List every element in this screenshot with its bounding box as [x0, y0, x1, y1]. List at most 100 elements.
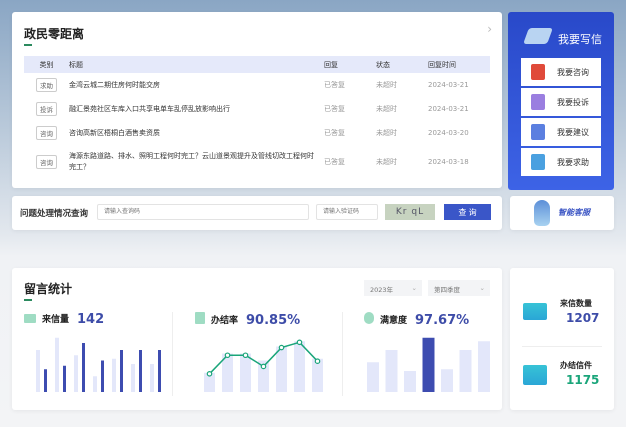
status-cell: 未超时 [376, 105, 397, 113]
completion-value: 90.85% [246, 313, 301, 328]
done-value: 1175 [566, 373, 600, 387]
col-reply: 回复 [324, 56, 376, 73]
write-button-2[interactable]: 我要投诉 [521, 88, 601, 116]
time-cell: 2024-03-21 [428, 105, 469, 113]
line-point [314, 358, 321, 365]
reply-cell: 已答复 [324, 81, 345, 89]
line-point [224, 352, 231, 359]
divider [342, 312, 343, 396]
bar-light [36, 350, 40, 392]
bar-background [240, 353, 251, 392]
line-point [242, 352, 249, 359]
title-link[interactable]: 融汇景苑社区车库入口共享电单车乱停乱放影响出行 [69, 97, 324, 121]
time-cell: 2024-03-18 [428, 158, 469, 166]
bar-dark [63, 365, 66, 392]
bar-light [93, 376, 97, 392]
quarter-select[interactable]: 第四季度 ⌄ [428, 280, 490, 296]
table-row[interactable]: 咨询 海源东路道路、排水、照明工程何时完工？云山道景观提升及管线切改工程何时完工… [24, 145, 490, 179]
quarter-value: 第四季度 [434, 286, 460, 294]
bar-background [276, 346, 287, 392]
col-status: 状态 [376, 56, 428, 73]
received-value: 1207 [566, 311, 600, 325]
chevron-right-icon[interactable]: › [487, 22, 492, 36]
write-button-3[interactable]: 我要建议 [521, 118, 601, 146]
write-button-label: 我要建议 [557, 127, 589, 137]
category-cell: 咨询 [24, 121, 69, 145]
completion-line-chart [204, 339, 323, 392]
letters-bar-chart [36, 337, 161, 392]
write-button-1[interactable]: 我要咨询 [521, 58, 601, 86]
col-category: 类别 [24, 56, 69, 73]
bar-dark [101, 360, 104, 392]
table-row[interactable]: 投诉 融汇景苑社区车库入口共享电单车乱停乱放影响出行 已答复 未超时 2024-… [24, 97, 490, 121]
robot-icon [534, 200, 550, 226]
table-row[interactable]: 求助 金湾云城二期住房何时能交房 已答复 未超时 2024-03-21 [24, 73, 490, 97]
year-value: 2023年 [370, 286, 394, 294]
bar-light [112, 358, 116, 392]
time-cell: 2024-03-21 [428, 81, 469, 89]
write-button-4[interactable]: 我要求助 [521, 148, 601, 176]
bar-background [294, 341, 305, 392]
category-cell: 求助 [24, 73, 69, 97]
letters-value: 142 [77, 312, 105, 327]
line-point [296, 339, 303, 346]
col-title: 标题 [69, 56, 324, 73]
chevron-down-icon: ⌄ [411, 284, 417, 292]
document-icon [195, 312, 205, 324]
write-letter-panel: 我要写信 我要咨询 我要投诉 我要建议 我要求助 [508, 12, 614, 190]
smart-service-button[interactable]: 智能客服 [510, 196, 614, 230]
stats-panel: 留言统计 2023年 ⌄ 第四季度 ⌄ 来信量 142 办结率 90.85% 满意度 97… [12, 268, 502, 410]
bar-light [55, 337, 59, 392]
category-cell: 咨询 [24, 145, 69, 179]
bar-highlight [422, 337, 435, 392]
bar-dark [120, 350, 123, 392]
satisfaction-label: 满意度 [380, 316, 408, 326]
time-cell: 2024-03-20 [428, 129, 469, 137]
bar-light [131, 364, 135, 392]
bar-light [150, 364, 154, 392]
line-point [260, 363, 267, 370]
line-point [278, 344, 285, 351]
title-underline [24, 299, 32, 301]
reply-cell: 已答复 [324, 105, 345, 113]
done-label: 办结信件 [560, 361, 592, 370]
satisfaction-metric: 满意度 97.67% [364, 312, 469, 328]
status-cell: 未超时 [376, 129, 397, 137]
col-time: 回复时间 [428, 56, 490, 73]
bar-dark [82, 343, 85, 392]
status-cell: 未超时 [376, 158, 397, 166]
query-button[interactable]: 查 询 [444, 204, 491, 220]
category-icon [531, 94, 545, 110]
paper-plane-icon [523, 28, 553, 44]
mail-icon [523, 303, 547, 320]
query-code-input[interactable] [97, 204, 309, 220]
folder-check-icon [523, 365, 547, 385]
line-point [206, 370, 213, 377]
stats-title: 留言统计 [24, 282, 73, 296]
bar-dark [158, 350, 161, 392]
completion-metric: 办结率 90.85% [195, 312, 300, 328]
bar [478, 341, 490, 392]
bar [459, 350, 472, 392]
category-tag: 咨询 [36, 155, 57, 169]
summary-panel: 来信数量 1207 办结信件 1175 [510, 268, 614, 410]
year-select[interactable]: 2023年 ⌄ [364, 280, 422, 296]
write-button-label: 我要投诉 [557, 97, 589, 107]
reply-cell: 已答复 [324, 158, 345, 166]
title-link[interactable]: 金湾云城二期住房何时能交房 [69, 73, 324, 97]
completion-label: 办结率 [211, 316, 239, 326]
verify-code-input[interactable] [316, 204, 378, 220]
received-label: 来信数量 [560, 299, 592, 308]
table-row[interactable]: 咨询 咨询高新区梧桐白酒售卖资质 已答复 未超时 2024-03-20 [24, 121, 490, 145]
write-button-label: 我要求助 [557, 157, 589, 167]
government-panel: 政民零距离 › 类别 标题 回复 状态 回复时间 求助 金湾云城二期住房何时能交… [12, 12, 502, 188]
captcha-image[interactable]: Kr qL [385, 204, 435, 220]
title-link[interactable]: 咨询高新区梧桐白酒售卖资质 [69, 121, 324, 145]
title-underline [24, 44, 32, 46]
bar [404, 371, 416, 392]
panel-title: 政民零距离 [24, 27, 85, 41]
letters-label: 来信量 [42, 315, 70, 325]
user-icon [364, 312, 374, 324]
bar-light [74, 355, 78, 392]
title-link[interactable]: 海源东路道路、排水、照明工程何时完工？云山道景观提升及管线切改工程何时完工？ [69, 145, 324, 179]
